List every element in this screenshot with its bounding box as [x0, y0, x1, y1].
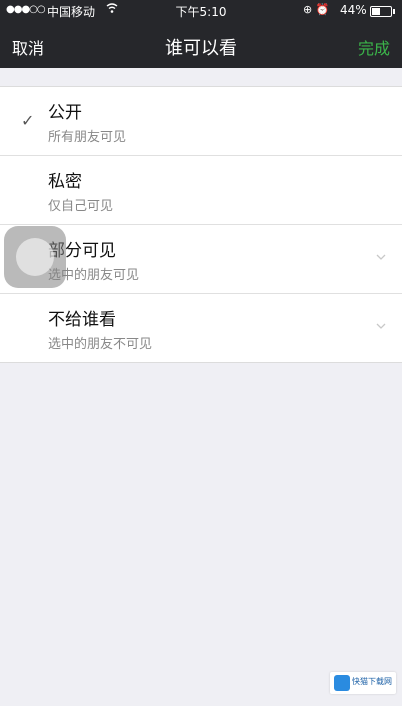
battery-icon [370, 6, 395, 17]
option-public[interactable]: ✓ 公开 所有朋友可见 [0, 87, 402, 156]
assistive-touch-button[interactable] [4, 226, 66, 288]
option-subtitle: 仅自己可见 [48, 199, 114, 214]
rotation-lock-icon: ⊕ ⏰ [303, 3, 330, 16]
site-logo-icon [334, 675, 350, 691]
visibility-options-list: ✓ 公开 所有朋友可见 私密 仅自己可见 部分可见 选中的朋友可见 不给谁看 选… [0, 86, 402, 363]
option-title: 不给谁看 [48, 310, 116, 330]
page-title: 谁可以看 [165, 38, 237, 59]
battery-percentage: 44% [340, 3, 367, 17]
option-exclude[interactable]: 不给谁看 选中的朋友不可见 [0, 294, 402, 362]
option-title: 私密 [48, 172, 82, 192]
watermark-text: 快猫下载网 [352, 677, 392, 686]
option-subtitle: 选中的朋友不可见 [48, 337, 153, 352]
navigation-bar: 取消 谁可以看 完成 [0, 22, 402, 68]
chevron-down-icon [376, 323, 386, 329]
option-subtitle: 所有朋友可见 [48, 130, 127, 145]
done-button[interactable]: 完成 [358, 35, 390, 59]
chevron-down-icon [376, 254, 386, 260]
checkmark-icon: ✓ [21, 111, 35, 130]
watermark-logo: 快猫下载网 [330, 672, 396, 694]
option-title: 公开 [48, 103, 82, 123]
status-bar: ●●●○○ 中国移动 下午5:10 ⊕ ⏰ 44% [0, 0, 402, 22]
option-private[interactable]: 私密 仅自己可见 [0, 156, 402, 225]
assistive-touch-icon [16, 238, 54, 276]
